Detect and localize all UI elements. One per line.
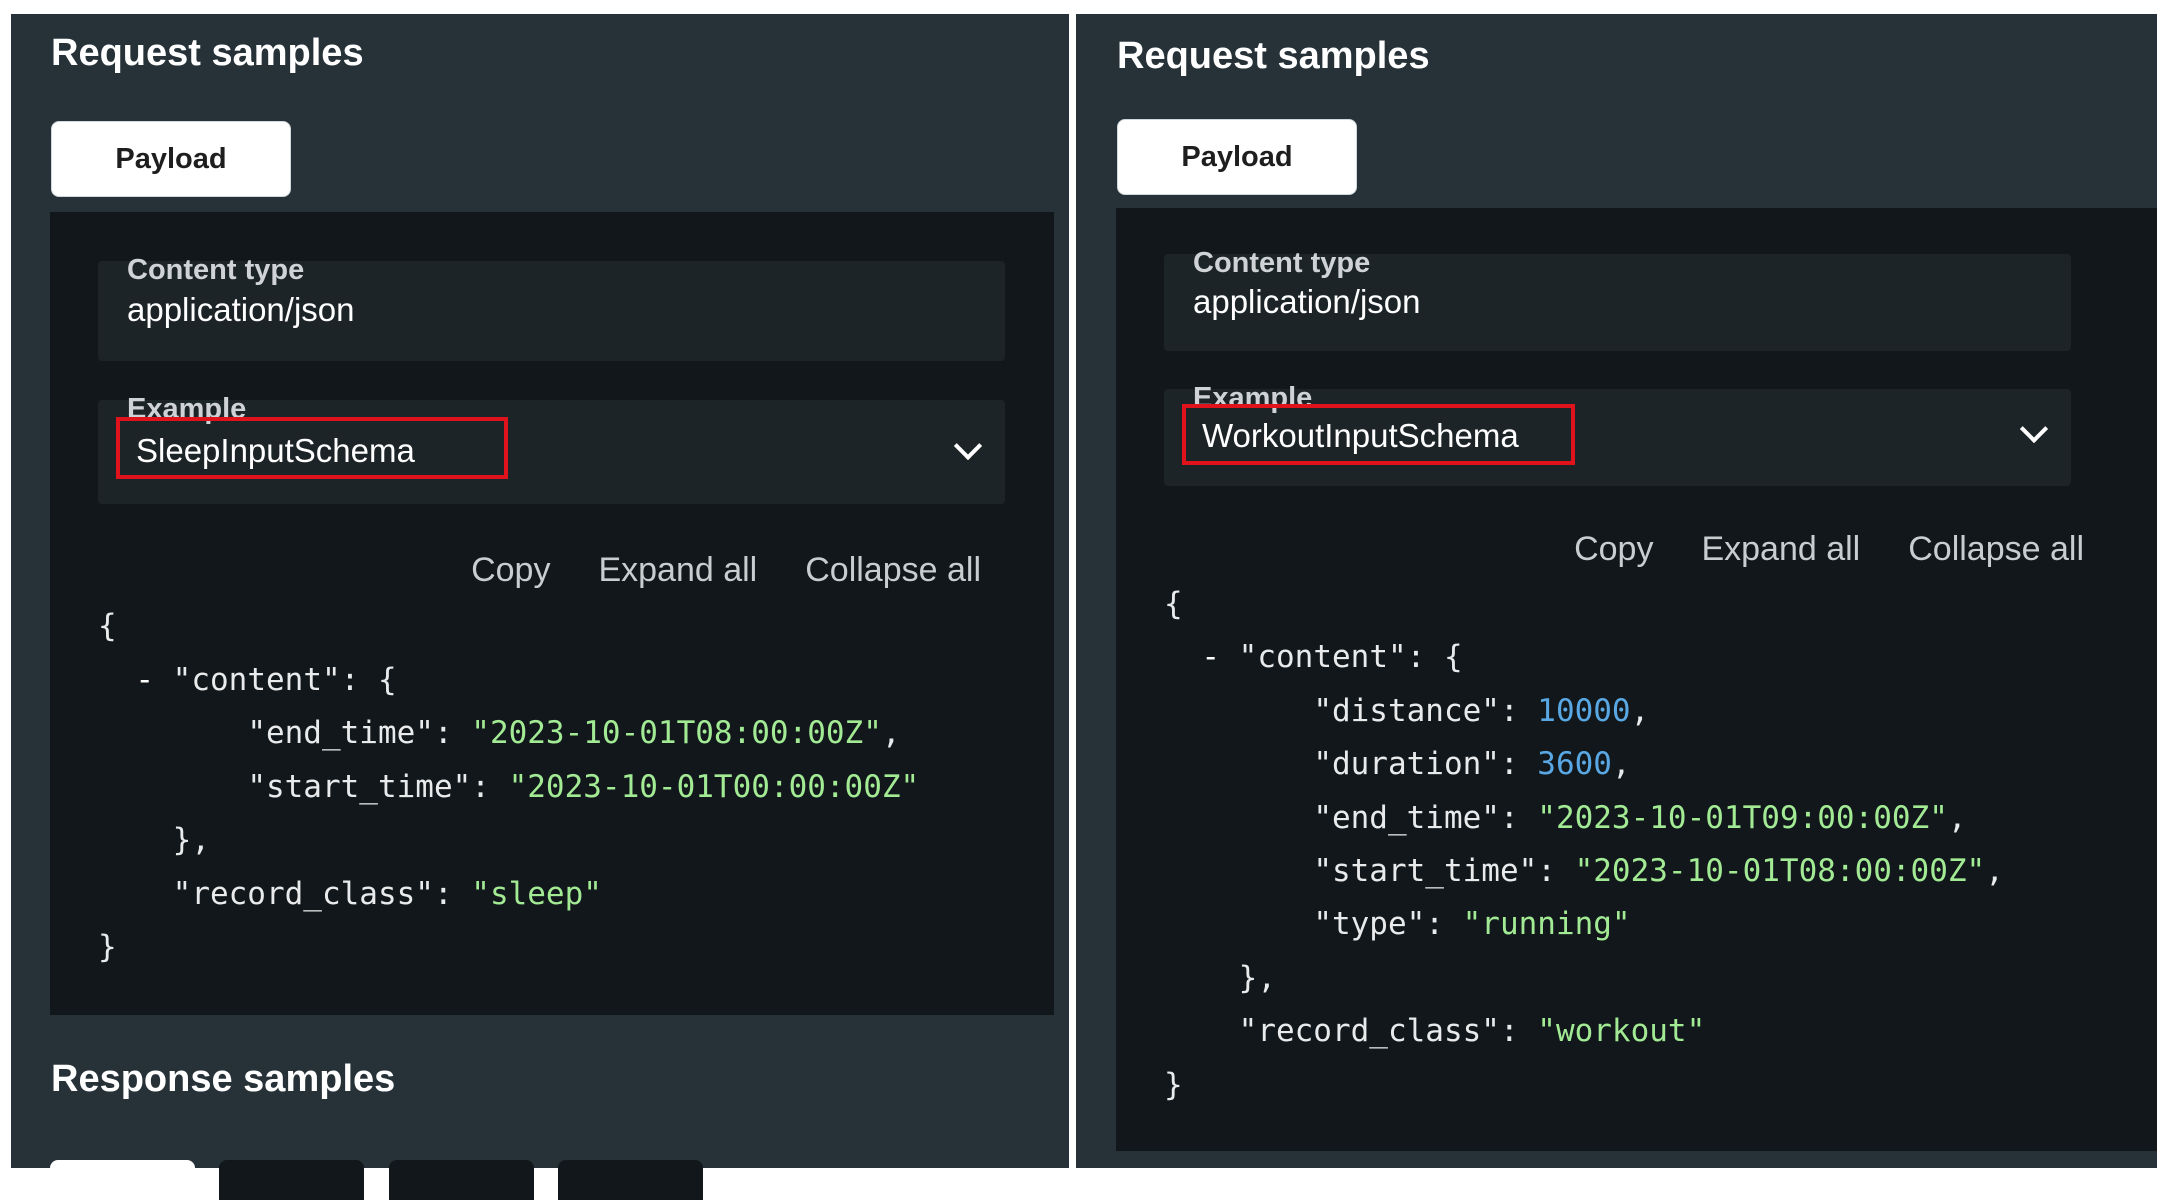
json-close-brace: },: [1238, 959, 1276, 996]
content-type-label: Content type: [127, 254, 305, 286]
json-key: "type":: [1313, 906, 1463, 943]
request-sample-panel: Content type application/json Example Wo…: [1116, 208, 2157, 1151]
example-value: SleepInputSchema: [136, 432, 415, 469]
response-tab[interactable]: [219, 1160, 364, 1200]
request-sample-panel: Content type application/json Example Sl…: [50, 212, 1054, 1015]
response-tab[interactable]: [50, 1160, 195, 1200]
json-key: "start_time":: [1313, 853, 1575, 890]
json-code-block: { - "content": { "end_time": "2023-10-01…: [98, 608, 920, 965]
json-string-value: "2023-10-01T08:00:00Z": [1574, 853, 1986, 890]
json-string-value: "2023-10-01T08:00:00Z": [471, 715, 882, 751]
collapse-all-button[interactable]: Collapse all: [1908, 530, 2084, 569]
json-key: "record_class":: [172, 875, 472, 912]
collapse-toggle[interactable]: -: [135, 662, 154, 698]
json-number-value: 10000: [1537, 692, 1631, 729]
json-key: "start_time":: [247, 768, 509, 805]
json-key: "distance":: [1313, 692, 1538, 729]
collapse-all-button[interactable]: Collapse all: [805, 551, 981, 590]
payload-tab[interactable]: Payload: [51, 121, 291, 197]
json-code-block: { - "content": { "distance": 10000, "dur…: [1164, 586, 2004, 1103]
response-samples-title: Response samples: [51, 1058, 396, 1100]
json-key: "end_time":: [247, 715, 472, 751]
json-close-brace: }: [1164, 1066, 1183, 1103]
collapse-toggle[interactable]: -: [1201, 639, 1220, 675]
json-key: "end_time":: [1313, 799, 1538, 836]
response-tab[interactable]: [558, 1160, 703, 1200]
expand-all-button[interactable]: Expand all: [598, 551, 757, 590]
code-actions: Copy Expand all Collapse all: [1574, 530, 2084, 569]
content-type-label: Content type: [1193, 247, 1371, 279]
content-type-value: application/json: [127, 291, 355, 328]
chevron-down-icon[interactable]: [953, 431, 983, 461]
copy-button[interactable]: Copy: [471, 551, 550, 590]
example-select[interactable]: Example WorkoutInputSchema: [1164, 382, 2071, 486]
json-string-value: "workout": [1537, 1013, 1706, 1050]
code-actions: Copy Expand all Collapse all: [471, 551, 981, 590]
content-type-value: application/json: [1193, 283, 1421, 320]
json-key: "content": {: [172, 661, 397, 698]
json-open-brace: {: [1164, 586, 1183, 622]
json-key: "record_class":: [1238, 1013, 1538, 1050]
json-key: "content": {: [1238, 639, 1463, 676]
copy-button[interactable]: Copy: [1574, 530, 1653, 569]
chevron-down-icon[interactable]: [2019, 414, 2049, 444]
right-panel: Request samples Payload Content type app…: [1076, 14, 2157, 1168]
example-select[interactable]: Example SleepInputSchema: [98, 393, 1005, 504]
json-string-value: "sleep": [471, 875, 602, 912]
request-samples-title: Request samples: [51, 32, 364, 74]
content-type-field: Content type application/json: [98, 254, 1005, 361]
request-samples-title: Request samples: [1117, 35, 1430, 77]
json-string-value: "2023-10-01T00:00:00Z": [508, 768, 920, 805]
json-close-brace: }: [98, 929, 117, 965]
response-tab[interactable]: [389, 1160, 534, 1200]
left-panel: Request samples Payload Content type app…: [11, 14, 1069, 1200]
content-type-field: Content type application/json: [1164, 247, 2071, 351]
json-string-value: "running": [1462, 906, 1631, 943]
expand-all-button[interactable]: Expand all: [1701, 530, 1860, 569]
json-close-brace: },: [172, 822, 210, 858]
payload-tab[interactable]: Payload: [1117, 119, 1357, 195]
json-number-value: 3600: [1537, 746, 1612, 783]
example-value: WorkoutInputSchema: [1202, 417, 1519, 454]
json-key: "duration":: [1313, 746, 1538, 783]
json-string-value: "2023-10-01T09:00:00Z": [1537, 799, 1948, 836]
json-open-brace: {: [98, 608, 117, 644]
